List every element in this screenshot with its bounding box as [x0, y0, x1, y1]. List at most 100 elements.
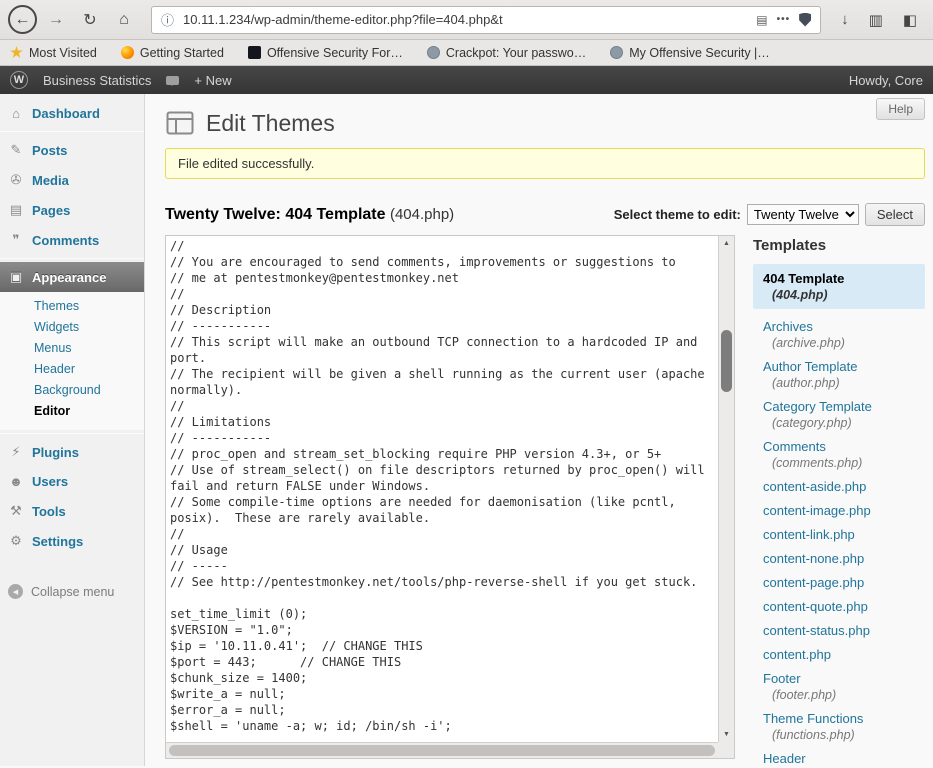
- back-button[interactable]: ←: [8, 5, 37, 34]
- howdy-account-link[interactable]: Howdy, Core: [849, 73, 923, 88]
- template-item[interactable]: Category Template(category.php): [753, 397, 925, 432]
- media-icon: ✇: [8, 172, 24, 188]
- template-filename: (functions.php): [763, 727, 915, 743]
- library-icon[interactable]: ▥: [861, 11, 891, 29]
- template-item[interactable]: content-link.php: [753, 525, 925, 544]
- template-item[interactable]: Footer(footer.php): [753, 669, 925, 704]
- submenu-item-widgets[interactable]: Widgets: [0, 317, 144, 338]
- vertical-scroll-thumb[interactable]: [721, 330, 732, 392]
- sidebar-item-plugins[interactable]: ⚡Plugins: [0, 437, 144, 467]
- template-item[interactable]: content-quote.php: [753, 597, 925, 616]
- template-item[interactable]: content-status.php: [753, 621, 925, 640]
- bookmark-item[interactable]: Getting Started: [121, 46, 224, 60]
- appearance-icon: ▣: [8, 269, 24, 285]
- select-theme-button[interactable]: Select: [865, 203, 925, 226]
- template-link[interactable]: content-status.php: [763, 622, 915, 639]
- template-link[interactable]: content.php: [763, 646, 915, 663]
- sidebar-item-users[interactable]: ☻Users: [0, 467, 144, 496]
- refresh-button[interactable]: ↻: [75, 5, 105, 35]
- template-link[interactable]: 404 Template: [763, 270, 915, 287]
- page-actions-icon[interactable]: •••: [777, 14, 791, 25]
- sidebar-item-posts[interactable]: ✎Posts: [0, 135, 144, 165]
- wp-admin-body: ⌂Dashboard ✎Posts✇Media▤Pages❞Comments ▣Ap…: [0, 94, 933, 766]
- template-link[interactable]: Category Template: [763, 398, 915, 415]
- sidebar-item-label: Dashboard: [32, 106, 100, 121]
- submenu-item-editor[interactable]: Editor: [0, 401, 144, 422]
- template-link[interactable]: Author Template: [763, 358, 915, 375]
- template-link[interactable]: Comments: [763, 438, 915, 455]
- templates-list: 404 Template(404.php) Archives(archive.ph…: [753, 264, 925, 766]
- template-link[interactable]: Archives: [763, 318, 915, 335]
- submenu-item-background[interactable]: Background: [0, 380, 144, 401]
- horizontal-scroll-thumb[interactable]: [169, 745, 715, 756]
- scroll-down-icon[interactable]: ▼: [719, 728, 734, 741]
- collapse-menu-button[interactable]: ◀Collapse menu: [0, 578, 144, 605]
- editor-horizontal-scrollbar[interactable]: [166, 742, 718, 758]
- theme-select[interactable]: Twenty Twelve: [747, 204, 859, 225]
- bookmark-item[interactable]: Crackpot: Your passwo…: [427, 46, 586, 60]
- document-title: Twenty Twelve: 404 Template (404.php): [165, 206, 454, 224]
- sidebar-item-pages[interactable]: ▤Pages: [0, 195, 144, 225]
- template-item[interactable]: Archives(archive.php): [753, 317, 925, 352]
- template-item[interactable]: Header(header.php): [753, 749, 925, 766]
- template-link[interactable]: Theme Functions: [763, 710, 915, 727]
- downloads-icon[interactable]: ↓: [833, 11, 857, 28]
- sidebar-toggle-icon[interactable]: ◧: [895, 11, 925, 29]
- template-link[interactable]: content-aside.php: [763, 478, 915, 495]
- scroll-up-icon[interactable]: ▲: [719, 237, 734, 250]
- submenu-item-menus[interactable]: Menus: [0, 338, 144, 359]
- document-filename: (404.php): [390, 206, 454, 223]
- template-link[interactable]: content-none.php: [763, 550, 915, 567]
- template-link[interactable]: Footer: [763, 670, 915, 687]
- template-link[interactable]: content-quote.php: [763, 598, 915, 615]
- submenu-item-header[interactable]: Header: [0, 359, 144, 380]
- site-info-icon[interactable]: ⓘ: [161, 10, 174, 29]
- fav-globe-icon: [427, 46, 440, 59]
- new-content-button[interactable]: + New: [194, 73, 231, 88]
- template-item[interactable]: Author Template(author.php): [753, 357, 925, 392]
- url-bar[interactable]: ⓘ 10.11.1.234/wp-admin/theme-editor.php?…: [151, 6, 821, 34]
- sidebar-item-comments[interactable]: ❞Comments: [0, 225, 144, 255]
- sidebar-item-media[interactable]: ✇Media: [0, 165, 144, 195]
- template-item[interactable]: content-image.php: [753, 501, 925, 520]
- template-link[interactable]: content-image.php: [763, 502, 915, 519]
- sidebar-item-label: Plugins: [32, 445, 79, 460]
- bookmark-item[interactable]: Most Visited: [10, 46, 97, 60]
- template-item[interactable]: Theme Functions(functions.php): [753, 709, 925, 744]
- reader-view-icon[interactable]: ▤: [756, 13, 767, 27]
- template-link[interactable]: content-link.php: [763, 526, 915, 543]
- success-notice: File edited successfully.: [165, 148, 925, 179]
- fav-firefox-icon: [121, 46, 134, 59]
- template-item[interactable]: content-none.php: [753, 549, 925, 568]
- template-item[interactable]: content-aside.php: [753, 477, 925, 496]
- template-link[interactable]: Header: [763, 750, 915, 766]
- help-button[interactable]: Help: [876, 98, 925, 120]
- template-item[interactable]: content.php: [753, 645, 925, 664]
- collapse-arrow-icon: ◀: [8, 584, 23, 599]
- wordpress-logo-icon[interactable]: W: [10, 71, 28, 89]
- templates-panel: Templates 404 Template(404.php)Archives(…: [753, 235, 925, 766]
- forward-button[interactable]: →: [41, 5, 71, 35]
- fav-star-icon: [10, 46, 23, 59]
- home-button[interactable]: ⌂: [109, 5, 139, 35]
- submenu-item-themes[interactable]: Themes: [0, 296, 144, 317]
- template-item[interactable]: Comments(comments.php): [753, 437, 925, 472]
- sidebar-item-settings[interactable]: ⚙Settings: [0, 526, 144, 556]
- template-item[interactable]: content-page.php: [753, 573, 925, 592]
- sidebar-item-dashboard[interactable]: ⌂Dashboard: [0, 99, 144, 128]
- document-header-row: Twenty Twelve: 404 Template (404.php) Se…: [165, 203, 925, 226]
- bookmark-item[interactable]: My Offensive Security |…: [610, 46, 770, 60]
- template-link[interactable]: content-page.php: [763, 574, 915, 591]
- url-text[interactable]: 10.11.1.234/wp-admin/theme-editor.php?fi…: [183, 12, 747, 27]
- code-editor: // // You are encouraged to send comment…: [165, 235, 735, 759]
- theme-code-textarea[interactable]: // // You are encouraged to send comment…: [166, 236, 718, 742]
- template-item[interactable]: 404 Template(404.php): [753, 264, 925, 309]
- page-header: Edit Themes: [165, 108, 925, 138]
- sidebar-item-appearance[interactable]: ▣Appearance: [0, 262, 144, 292]
- sidebar-item-tools[interactable]: ⚒Tools: [0, 496, 144, 526]
- shield-icon[interactable]: [799, 13, 811, 27]
- editor-vertical-scrollbar[interactable]: ▲ ▼: [718, 236, 734, 742]
- comments-bubble-icon[interactable]: [166, 76, 179, 85]
- site-name-link[interactable]: Business Statistics: [43, 73, 151, 88]
- bookmark-item[interactable]: Offensive Security For…: [248, 46, 403, 60]
